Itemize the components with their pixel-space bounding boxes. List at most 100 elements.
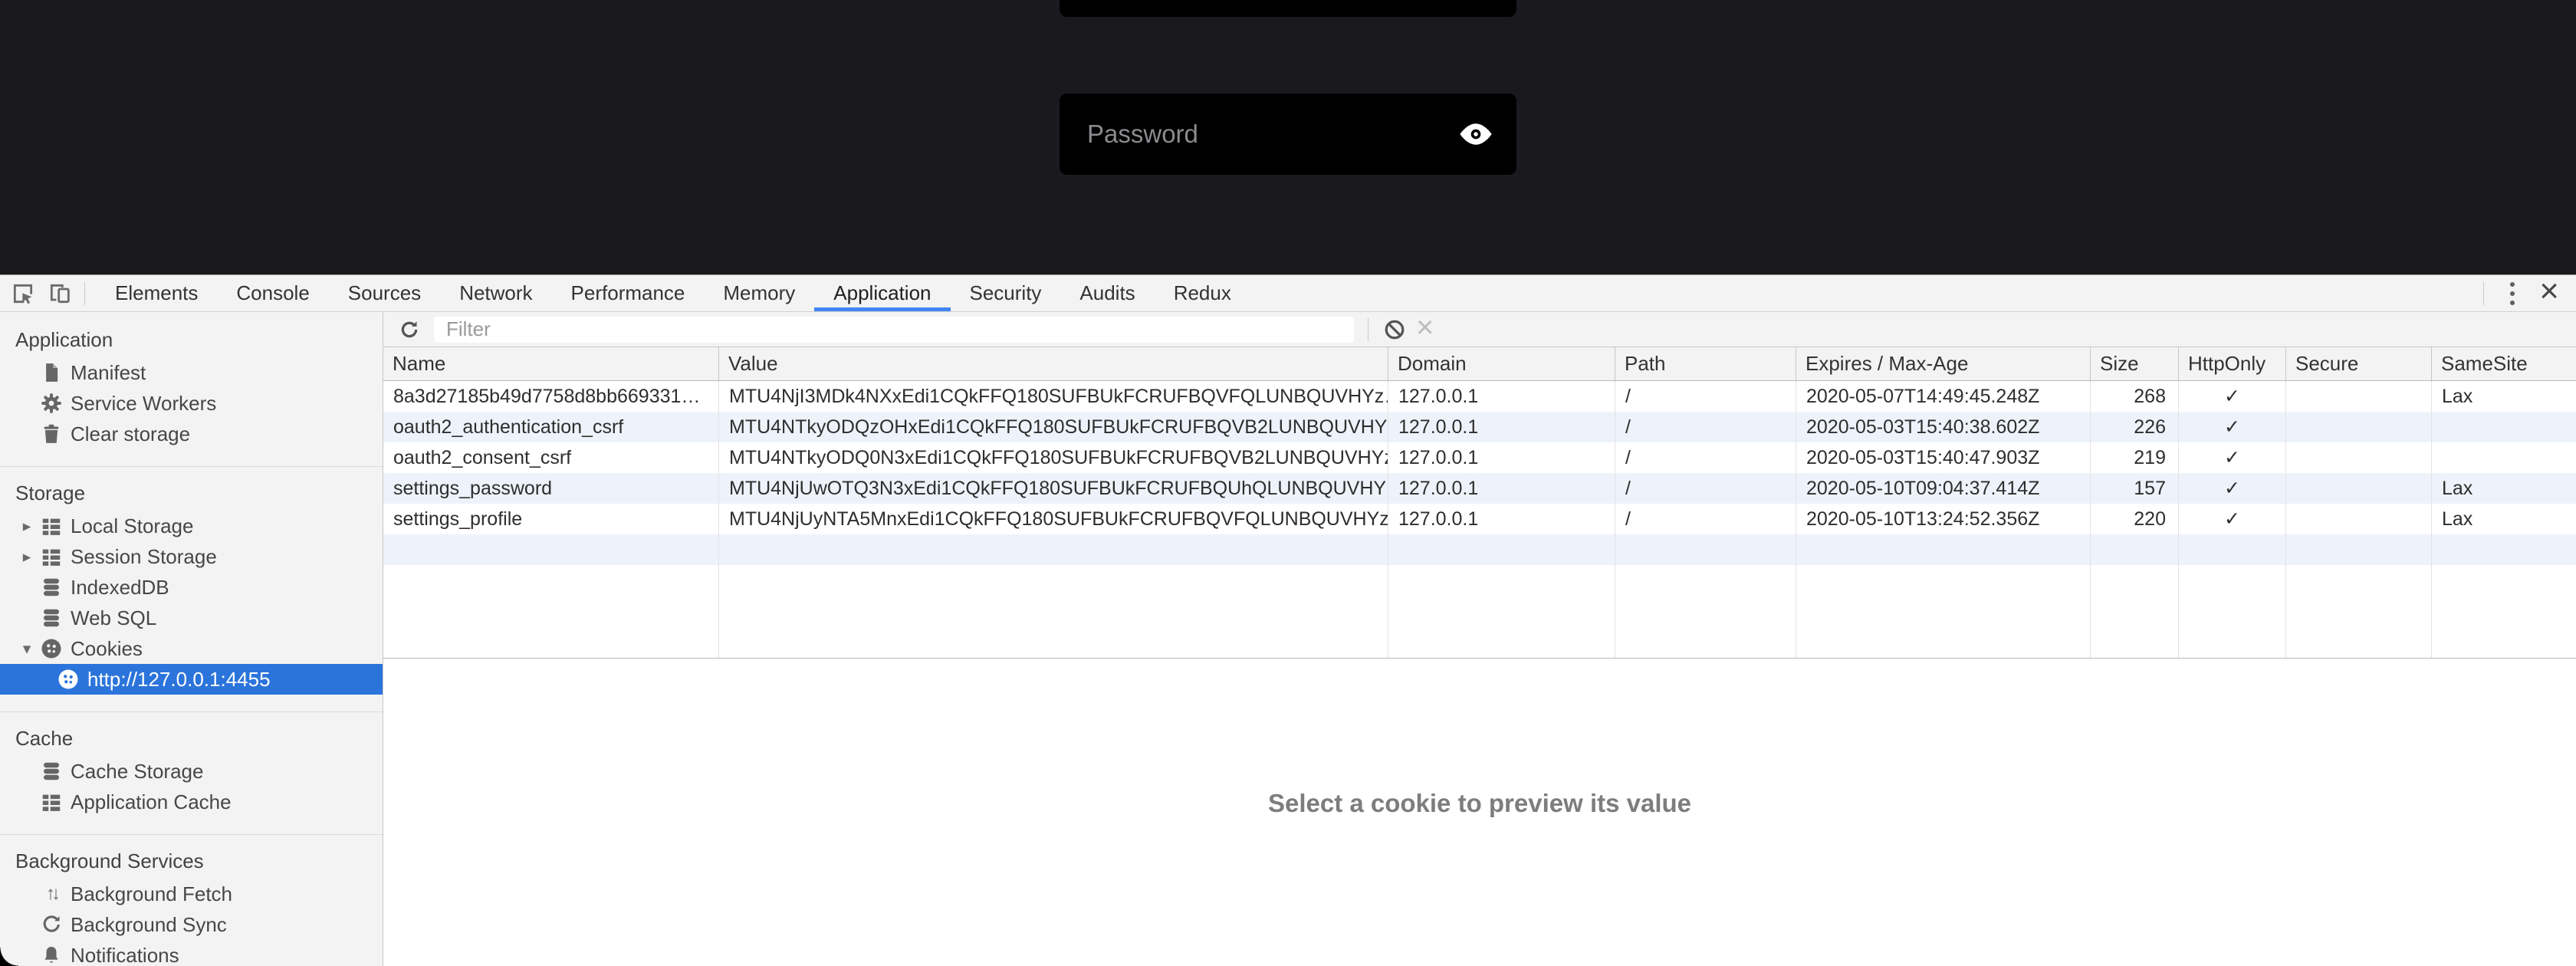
application-sidebar: Application Manifest Service WorkersClear … <box>0 312 383 966</box>
toolbar-divider <box>2483 282 2484 305</box>
sidebar-item-label: Background Sync <box>71 913 227 937</box>
sidebar-item-label: Local Storage <box>71 514 193 538</box>
cell-secure <box>2285 442 2431 473</box>
sidebar-section-title: Storage <box>0 478 383 508</box>
cookie-icon <box>57 668 80 691</box>
cell-secure <box>2285 504 2431 534</box>
column-header-http_only[interactable]: HttpOnly <box>2178 347 2285 380</box>
password-input[interactable] <box>1086 119 1458 150</box>
sidebar-item-notifications[interactable]: Notifications <box>0 940 383 966</box>
tab-performance[interactable]: Performance <box>552 275 705 311</box>
inspect-element-icon[interactable] <box>9 280 37 307</box>
sidebar-item-cache-storage[interactable]: Cache Storage <box>0 756 383 787</box>
window-corner <box>0 948 18 966</box>
cookie-row[interactable]: oauth2_consent_csrfMTU4NTkyODQ0N3xEdi1CQ… <box>383 442 2576 473</box>
tab-memory[interactable]: Memory <box>704 275 814 311</box>
cookie-row[interactable]: settings_passwordMTU4NjUwOTQ3N3xEdi1CQkF… <box>383 473 2576 504</box>
column-header-domain[interactable]: Domain <box>1388 347 1615 380</box>
cookie-row[interactable]: settings_profileMTU4NjUyNTA5MnxEdi1CQkFF… <box>383 504 2576 534</box>
cell-same_site: Lax <box>2431 473 2576 504</box>
kebab-menu-icon[interactable] <box>2495 282 2530 305</box>
tab-security[interactable]: Security <box>951 275 1061 311</box>
background-fetch-icon: ↑↓ <box>40 882 63 905</box>
password-field[interactable] <box>1060 94 1516 175</box>
database-icon <box>40 760 63 783</box>
close-icon[interactable]: × <box>2530 274 2576 313</box>
sidebar-item-session-storage[interactable]: ▸Session Storage <box>0 541 383 572</box>
cell-domain: 127.0.0.1 <box>1388 473 1615 504</box>
cell-name: oauth2_consent_csrf <box>383 442 718 473</box>
cell-value: MTU4NTkyODQzOHxEdi1CQkFFQ180SUFBUkFCRUFB… <box>718 412 1388 442</box>
triangle-collapsed-icon[interactable]: ▸ <box>17 517 37 536</box>
devtools-tabbar: ElementsConsoleSourcesNetworkPerformance… <box>0 275 2576 312</box>
sidebar-item-web-sql[interactable]: Web SQL <box>0 603 383 633</box>
cell-name: oauth2_authentication_csrf <box>383 412 718 442</box>
sidebar-item-cookies[interactable]: ▾Cookies <box>0 633 383 664</box>
sidebar-item-label: Cache Storage <box>71 760 203 784</box>
sidebar-item-http-127-0-0-1-4455[interactable]: http://127.0.0.1:4455 <box>0 664 383 695</box>
sidebar-item-local-storage[interactable]: ▸ Local Storage <box>0 511 383 541</box>
cell-value: MTU4NjUwOTQ3N3xEdi1CQkFFQ180SUFBUkFCRUFB… <box>718 473 1388 504</box>
column-header-same_site[interactable]: SameSite <box>2431 347 2576 380</box>
column-header-name[interactable]: Name <box>383 347 718 380</box>
sidebar-item-clear-storage[interactable]: Clear storage <box>0 419 383 449</box>
tab-redux[interactable]: Redux <box>1155 275 1250 311</box>
tab-sources[interactable]: Sources <box>329 275 440 311</box>
triangle-collapsed-icon[interactable]: ▸ <box>17 547 37 567</box>
sidebar-item-service-workers[interactable]: Service Workers <box>0 388 383 419</box>
cookies-table-header: NameValueDomainPathExpires / Max-AgeSize… <box>383 347 2576 381</box>
cell-domain: 127.0.0.1 <box>1388 504 1615 534</box>
cell-value: MTU4NTkyODQ0N3xEdi1CQkFFQ180SUFBUkFCRUFB… <box>718 442 1388 473</box>
cookie-row[interactable]: 8a3d27185b49d7758d8bb669331…MTU4NjI3MDk4… <box>383 381 2576 412</box>
device-toolbar-icon[interactable] <box>46 280 74 307</box>
column-header-secure[interactable]: Secure <box>2285 347 2431 380</box>
delete-selected-icon[interactable]: × <box>1416 312 1434 347</box>
sidebar-section-title: Background Services <box>0 846 383 876</box>
cell-path: / <box>1615 412 1796 442</box>
column-header-size[interactable]: Size <box>2090 347 2178 380</box>
cookies-toolbar: × <box>383 312 2576 347</box>
devtools-tab-strip: ElementsConsoleSourcesNetworkPerformance… <box>96 275 1250 311</box>
cell-expires: 2020-05-03T15:40:47.903Z <box>1796 442 2090 473</box>
cookies-table: NameValueDomainPathExpires / Max-AgeSize… <box>383 347 2576 659</box>
cell-same_site: Lax <box>2431 381 2576 412</box>
column-header-path[interactable]: Path <box>1615 347 1796 380</box>
gear-icon <box>40 392 63 415</box>
cell-name: settings_profile <box>383 504 718 534</box>
eye-icon[interactable] <box>1458 120 1493 148</box>
sidebar-section-title: Application <box>0 324 383 355</box>
cell-http_only: ✓ <box>2178 442 2285 473</box>
background-sync-icon <box>40 913 63 936</box>
tab-application[interactable]: Application <box>814 275 950 311</box>
tab-console[interactable]: Console <box>217 275 328 311</box>
sidebar-item-indexeddb[interactable]: IndexedDB <box>0 572 383 603</box>
sidebar-section: CacheCache StorageApplication Cache <box>0 712 383 835</box>
cell-http_only: ✓ <box>2178 381 2285 412</box>
column-header-value[interactable]: Value <box>718 347 1388 380</box>
tab-network[interactable]: Network <box>440 275 551 311</box>
triangle-expanded-icon[interactable]: ▾ <box>17 639 37 659</box>
sidebar-item-application-cache[interactable]: Application Cache <box>0 787 383 817</box>
cookie-row[interactable]: oauth2_authentication_csrfMTU4NTkyODQzOH… <box>383 412 2576 442</box>
refresh-icon[interactable] <box>396 316 423 343</box>
cell-expires: 2020-05-10T13:24:52.356Z <box>1796 504 2090 534</box>
filter-input[interactable] <box>434 317 1354 343</box>
database-icon <box>40 606 63 629</box>
sidebar-item-label: Manifest <box>71 361 146 385</box>
cell-secure <box>2285 473 2431 504</box>
tab-elements[interactable]: Elements <box>96 275 217 311</box>
cell-same_site: Lax <box>2431 504 2576 534</box>
clear-all-icon[interactable] <box>1381 316 1408 343</box>
toolbar-divider <box>84 282 85 305</box>
cell-expires: 2020-05-03T15:40:38.602Z <box>1796 412 2090 442</box>
text-field-top[interactable] <box>1060 0 1516 17</box>
column-header-expires[interactable]: Expires / Max-Age <box>1796 347 2090 380</box>
sidebar-item-background-fetch[interactable]: ↑↓Background Fetch <box>0 879 383 909</box>
sidebar-item-label: Application Cache <box>71 790 232 814</box>
sidebar-item-manifest[interactable]: Manifest <box>0 357 383 388</box>
cookies-table-filler <box>383 565 2576 659</box>
cell-path: / <box>1615 381 1796 412</box>
tab-audits[interactable]: Audits <box>1060 275 1154 311</box>
sidebar-item-background-sync[interactable]: Background Sync <box>0 909 383 940</box>
cell-value: MTU4NjUyNTA5MnxEdi1CQkFFQ180SUFBUkFCRUFB… <box>718 504 1388 534</box>
